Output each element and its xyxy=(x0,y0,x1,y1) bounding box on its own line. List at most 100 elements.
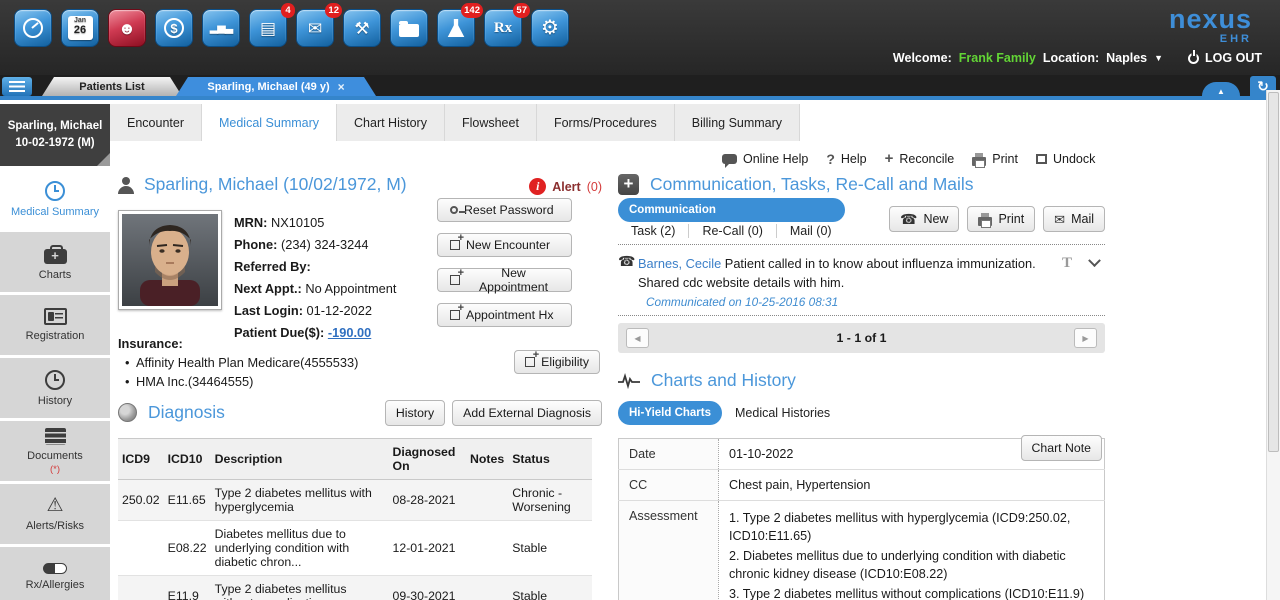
location-caret-icon[interactable]: ▼ xyxy=(1154,53,1163,63)
menu-button[interactable] xyxy=(2,77,32,96)
mail-button[interactable]: ✉Mail xyxy=(1043,206,1105,232)
diagnosis-history-button[interactable]: History xyxy=(385,400,445,426)
labs-icon[interactable]: 142 xyxy=(437,9,475,47)
bubble-icon xyxy=(722,154,737,164)
comm-tab-re-call-0-[interactable]: Re-Call (0) xyxy=(688,224,775,238)
row-label: Date xyxy=(619,439,719,470)
patients-icon[interactable]: ☻ xyxy=(108,9,146,47)
patient-details: MRN: NX10105 Phone: (234) 324-3244 Refer… xyxy=(234,212,396,344)
tab-active-patient[interactable]: Sparling, Michael (49 y) × xyxy=(176,77,376,96)
fold-corner xyxy=(97,153,110,166)
sidebar-item-medical-summary[interactable]: Medical Summary xyxy=(0,169,110,229)
sidebar-patient-box: Sparling, Michael 10-02-1972 (M) xyxy=(0,104,110,166)
row-value: 01-10-2022Chart Note xyxy=(719,439,1105,470)
new-button[interactable]: ☎New xyxy=(889,206,959,232)
sidebar-patient-name: Sparling, Michael xyxy=(0,118,110,135)
help-button[interactable]: ?Help xyxy=(826,151,866,167)
detail-row: Next Appt.: No Appointment xyxy=(234,278,396,300)
diagnosis-row[interactable]: E08.22Diabetes mellitus due to underlyin… xyxy=(118,521,592,576)
reset-password-button[interactable]: Reset Password xyxy=(437,198,572,222)
alert-indicator[interactable]: i Alert (0) xyxy=(529,178,602,195)
column-header: ICD10 xyxy=(164,439,211,480)
add-external-diagnosis-button[interactable]: Add External Diagnosis xyxy=(452,400,602,426)
new-appointment-button[interactable]: New Appointment xyxy=(437,268,572,292)
rx-glyph: Rx xyxy=(494,21,512,36)
next-page-button[interactable]: ▶ xyxy=(1074,328,1097,348)
text-size-icon[interactable]: T xyxy=(1062,255,1072,272)
appointment-hx-button[interactable]: Appointment Hx xyxy=(437,303,572,327)
logout-button[interactable]: LOG OUT xyxy=(1188,51,1262,65)
undock-button[interactable]: Undock xyxy=(1036,152,1095,166)
new-encounter-button[interactable]: New Encounter xyxy=(437,233,572,257)
reports-icon[interactable]: ▂▅▃ xyxy=(202,9,240,47)
tab-billing-summary[interactable]: Billing Summary xyxy=(675,104,800,141)
diagnosis-row[interactable]: E11.9Type 2 diabetes mellitus without co… xyxy=(118,576,592,600)
tab-chart-history[interactable]: Chart History xyxy=(337,104,445,141)
tab-forms-procedures[interactable]: Forms/Procedures xyxy=(537,104,675,141)
charts-tabs: Hi-Yield ChartsMedical Histories xyxy=(618,401,1105,425)
prev-page-button[interactable]: ◀ xyxy=(626,328,649,348)
cell-description: Type 2 diabetes mellitus without complic… xyxy=(211,576,389,600)
tab-encounter[interactable]: Encounter xyxy=(110,104,202,141)
documents-icon[interactable] xyxy=(390,9,428,47)
chevron-down-icon[interactable] xyxy=(1088,254,1101,267)
sidebar-item-registration[interactable]: Registration xyxy=(0,295,110,355)
sidebar-item-charts[interactable]: Charts xyxy=(0,232,110,292)
comm-tab-communication[interactable]: Communication xyxy=(618,198,845,222)
reconcile-button[interactable]: +Reconcile xyxy=(885,150,955,167)
eligibility-button[interactable]: Eligibility xyxy=(514,350,600,374)
tab-flowsheet[interactable]: Flowsheet xyxy=(445,104,537,141)
print-button[interactable]: Print xyxy=(967,206,1035,232)
qmark-icon: ? xyxy=(826,151,835,167)
collapse-button[interactable]: ▲ xyxy=(1202,82,1240,96)
column-header: Description xyxy=(211,439,389,480)
billing-glyph: $ xyxy=(164,18,184,38)
logo-text: nexus xyxy=(1169,6,1252,33)
billing-icon[interactable]: $ xyxy=(155,9,193,47)
diagnosis-row[interactable]: 250.02E11.65Type 2 diabetes mellitus wit… xyxy=(118,480,592,521)
entry-contact-link[interactable]: Barnes, Cecile xyxy=(638,256,721,271)
notes-icon[interactable]: ▤4 xyxy=(249,9,287,47)
tab-patients-list[interactable]: Patients List xyxy=(42,77,182,96)
rx-icon[interactable]: Rx57 xyxy=(484,9,522,47)
calendar-icon[interactable]: Jan26 xyxy=(61,9,99,47)
print-button[interactable]: Print xyxy=(972,152,1018,166)
tools-icon[interactable]: ⚒ xyxy=(343,9,381,47)
charts-tab-medical-histories[interactable]: Medical Histories xyxy=(722,404,843,422)
export-icon xyxy=(450,275,460,285)
printer-icon xyxy=(972,157,986,166)
next-appt-value: No Appointment xyxy=(305,281,396,296)
sidebar-item-rx-allergies[interactable]: Rx/Allergies xyxy=(0,547,110,600)
button-label: Print xyxy=(998,212,1024,226)
close-icon[interactable]: × xyxy=(338,80,345,94)
charts-tab-hi-yield-charts[interactable]: Hi-Yield Charts xyxy=(618,401,722,425)
main-content: EncounterMedical SummaryChart HistoryFlo… xyxy=(110,104,1266,600)
entry-text: Barnes, Cecile Patient called in to know… xyxy=(638,254,1041,292)
comm-tab-mail-0-[interactable]: Mail (0) xyxy=(776,224,845,238)
assessment-line: 3. Type 2 diabetes mellitus without comp… xyxy=(729,585,1094,600)
messages-glyph: ✉ xyxy=(308,20,322,37)
dashboard-icon[interactable] xyxy=(14,9,52,47)
row-label: Assessment xyxy=(619,501,719,600)
scrollbar[interactable] xyxy=(1266,90,1280,600)
settings-icon[interactable]: ⚙ xyxy=(531,9,569,47)
messages-icon[interactable]: ✉12 xyxy=(296,9,334,47)
chart-note-button[interactable]: Chart Note xyxy=(1021,435,1102,461)
tab-medical-summary[interactable]: Medical Summary xyxy=(202,104,337,141)
comm-tab-task-2-[interactable]: Task (2) xyxy=(618,224,688,238)
print-label: Print xyxy=(992,152,1018,166)
sidebar-item-label: Medical Summary xyxy=(11,206,99,218)
scrollbar-thumb[interactable] xyxy=(1268,92,1279,452)
clock-icon xyxy=(45,181,65,201)
sidebar-item-documents[interactable]: Documents(*) xyxy=(0,421,110,481)
location-value[interactable]: Naples xyxy=(1106,51,1147,65)
sidebar-item-alerts-risks[interactable]: ⚠Alerts/Risks xyxy=(0,484,110,544)
communication-entry[interactable]: ☎ Barnes, Cecile Patient called in to kn… xyxy=(618,244,1105,316)
cell-notes xyxy=(466,521,508,576)
tab-label: Patients List xyxy=(79,81,144,93)
cell-diagnosed_on: 12-01-2021 xyxy=(389,521,467,576)
online-help-button[interactable]: Online Help xyxy=(722,152,808,166)
patient-title[interactable]: Sparling, Michael (10/02/1972, M) xyxy=(144,174,407,195)
detail-row: Referred By: xyxy=(234,256,396,278)
sidebar-item-history[interactable]: History xyxy=(0,358,110,418)
